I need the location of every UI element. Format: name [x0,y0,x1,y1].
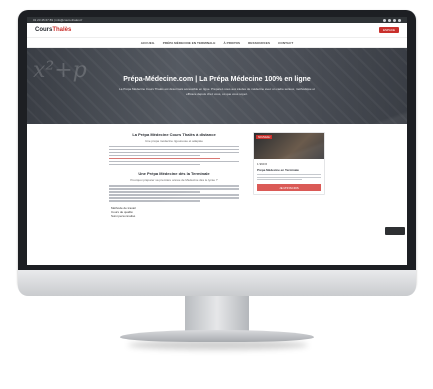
hero-title: Prépa-Médecine.com | La Prépa Médecine 1… [123,76,311,83]
website-screen: 01 23 45 67 89 | info@cours-thales.fr Co… [27,17,407,265]
logo-text-main: Cours [35,27,53,33]
course-card-tag: NOUVEAU [256,135,273,139]
nav-item-contact[interactable]: CONTACT [278,41,293,45]
article-lead-1: Une prépa médecine rigoureuse et adaptée [145,139,203,143]
course-title: Prépa Médecine en Terminale [257,168,299,172]
course-description [257,174,321,181]
hero-banner: x²+p Prépa-Médecine.com | La Prépa Médec… [27,48,407,124]
contact-info: 01 23 45 67 89 | info@cours-thales.fr [33,18,83,22]
hero-math-decoration: x²+p [33,58,87,83]
nav-item-home[interactable]: ACCUEIL [141,41,155,45]
article-bullet-list: Méthode de travail Cours de qualité Suiv… [111,206,239,218]
instagram-icon[interactable] [393,18,396,22]
monitor-stand-base [120,330,314,342]
article-text-block-1 [109,146,239,166]
list-item: Suivi personnalisé [111,213,136,218]
header-cta-button[interactable]: ESPACE [379,27,399,33]
youtube-icon[interactable] [398,18,401,22]
hero-subtitle: La Prépa Médecine Cours Thalès est désor… [119,87,315,96]
course-price: 1 990 € [257,162,268,166]
article-text-block-2 [109,185,239,202]
logo-text-accent: Thalès [52,27,72,33]
social-icons [383,18,401,22]
chat-widget[interactable] [385,227,405,235]
site-header: CoursThalès ESPACE [27,23,407,38]
main-nav: ACCUEIL PRÉPA MÉDECINE EN TERMINALE À PR… [27,38,407,48]
article-heading-2: Une Prépa Médecine dès la Terminale [138,171,210,177]
article-column: La Prépa Médecine Cours Thalès à distanc… [109,132,239,218]
site-logo[interactable]: CoursThalès [35,27,71,33]
course-card-image: NOUVEAU [254,133,324,159]
course-card-body: 1 990 € Prépa Médecine en Terminale JE M… [254,159,324,194]
main-content: La Prépa Médecine Cours Thalès à distanc… [27,124,407,218]
article-heading-1: La Prépa Médecine Cours Thalès à distanc… [132,132,216,137]
facebook-icon[interactable] [383,18,386,22]
course-card[interactable]: NOUVEAU 1 990 € Prépa Médecine en Termin… [253,132,325,196]
nav-item-resources[interactable]: RESSOURCES [248,41,270,45]
nav-item-terminale[interactable]: PRÉPA MÉDECINE EN TERMINALE [163,41,216,45]
article-lead-2: Pourquoi préparer sa première année de M… [130,178,218,183]
twitter-icon[interactable] [388,18,391,22]
monitor-chin [18,270,416,296]
monitor-stand-neck [185,296,249,334]
nav-item-about[interactable]: À PROPOS [223,41,240,45]
sidebar: NOUVEAU 1 990 € Prépa Médecine en Termin… [253,132,325,218]
enroll-button[interactable]: JE M'INSCRIS [257,184,321,192]
